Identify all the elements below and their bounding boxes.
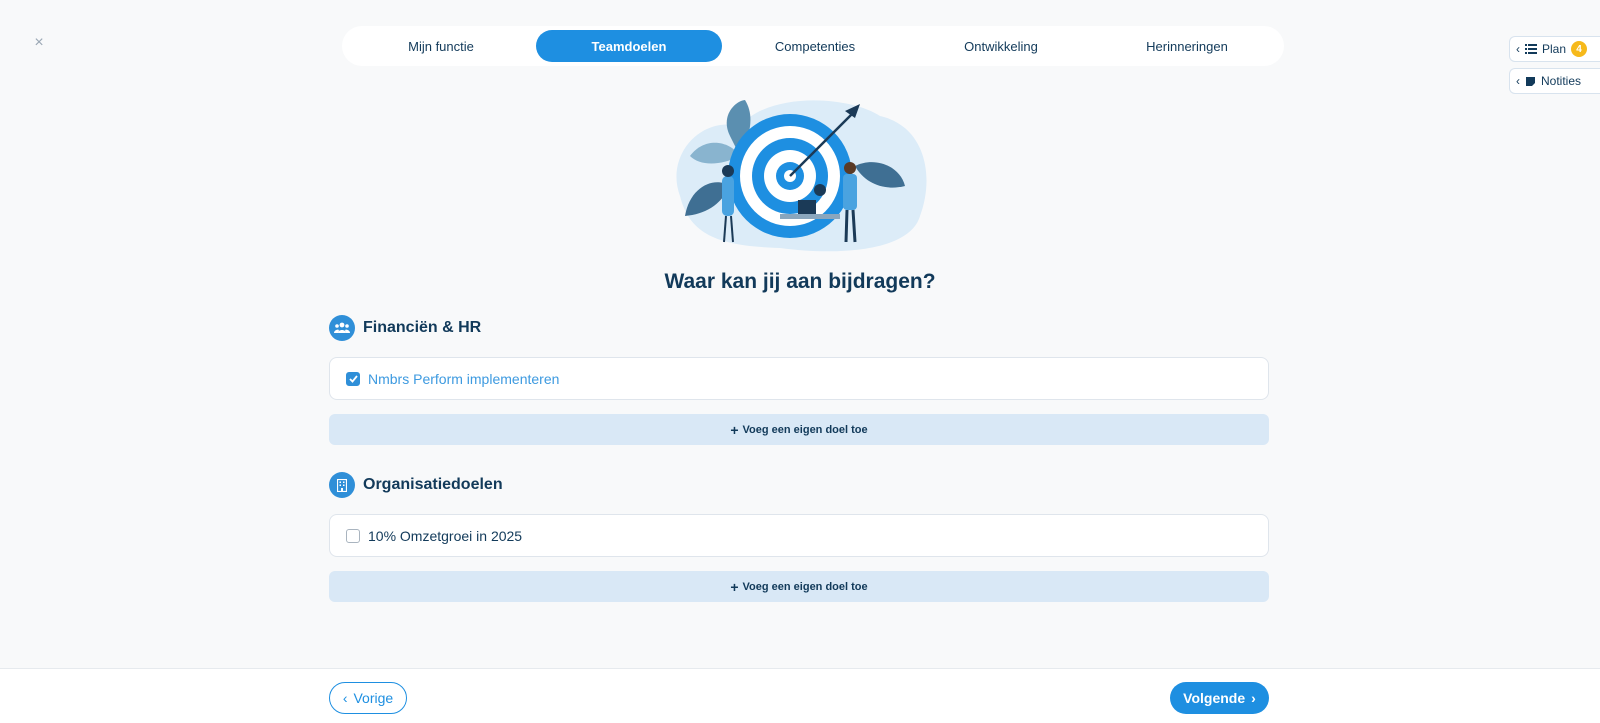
add-own-goal-button[interactable]: + Voeg een eigen doel toe xyxy=(329,571,1269,602)
goal-item[interactable]: 10% Omzetgroei in 2025 xyxy=(329,514,1269,557)
chevron-left-icon: ‹ xyxy=(342,690,348,706)
previous-label: Vorige xyxy=(353,690,394,706)
team-icon xyxy=(329,315,355,341)
section-title-label: Organisatiedoelen xyxy=(363,476,503,493)
close-icon[interactable]: × xyxy=(32,35,46,51)
note-icon xyxy=(1526,76,1535,86)
target-illustration xyxy=(676,100,927,252)
next-button[interactable]: Volgende › xyxy=(1170,682,1269,714)
notes-label: Notities xyxy=(1541,74,1582,88)
notes-panel-toggle[interactable]: ‹ Notities xyxy=(1509,68,1600,94)
section-title-organisatiedoelen: Organisatiedoelen xyxy=(329,472,503,498)
tab-ontwikkeling[interactable]: Ontwikkeling xyxy=(908,30,1094,62)
goal-checkbox[interactable] xyxy=(346,371,360,386)
chevron-left-icon: ‹ xyxy=(1516,74,1520,88)
chevron-right-icon: › xyxy=(1251,690,1256,706)
next-label: Volgende xyxy=(1183,690,1246,706)
tab-mijn-functie[interactable]: Mijn functie xyxy=(346,30,536,62)
tab-competenties[interactable]: Competenties xyxy=(722,30,908,62)
goal-label: Nmbrs Perform implementeren xyxy=(368,370,560,387)
footer-bar xyxy=(0,668,1600,723)
page-title: Waar kan jij aan bijdragen? xyxy=(664,270,936,293)
section-title-label: Financiën & HR xyxy=(363,319,482,336)
building-icon xyxy=(329,472,355,498)
chevron-left-icon: ‹ xyxy=(1516,42,1520,56)
plan-label: Plan xyxy=(1542,42,1567,56)
plus-icon: + xyxy=(730,578,739,595)
plan-count-badge: 4 xyxy=(1571,41,1588,57)
step-tabs: Mijn functie Teamdoelen Competenties Ont… xyxy=(342,26,1284,66)
tab-teamdoelen[interactable]: Teamdoelen xyxy=(536,30,722,62)
tab-herinneringen[interactable]: Herinneringen xyxy=(1094,30,1280,62)
add-goal-label: Voeg een eigen doel toe xyxy=(742,423,868,436)
list-icon xyxy=(1525,44,1537,54)
goal-checkbox[interactable] xyxy=(346,528,360,543)
section-title-financien-hr: Financiën & HR xyxy=(329,315,481,341)
plan-panel-toggle[interactable]: ‹ Plan 4 xyxy=(1509,36,1600,62)
goal-label: 10% Omzetgroei in 2025 xyxy=(368,527,523,544)
plus-icon: + xyxy=(730,421,739,438)
goal-item[interactable]: Nmbrs Perform implementeren xyxy=(329,357,1269,400)
add-own-goal-button[interactable]: + Voeg een eigen doel toe xyxy=(329,414,1269,445)
add-goal-label: Voeg een eigen doel toe xyxy=(742,580,868,593)
previous-button[interactable]: ‹ Vorige xyxy=(329,682,407,714)
